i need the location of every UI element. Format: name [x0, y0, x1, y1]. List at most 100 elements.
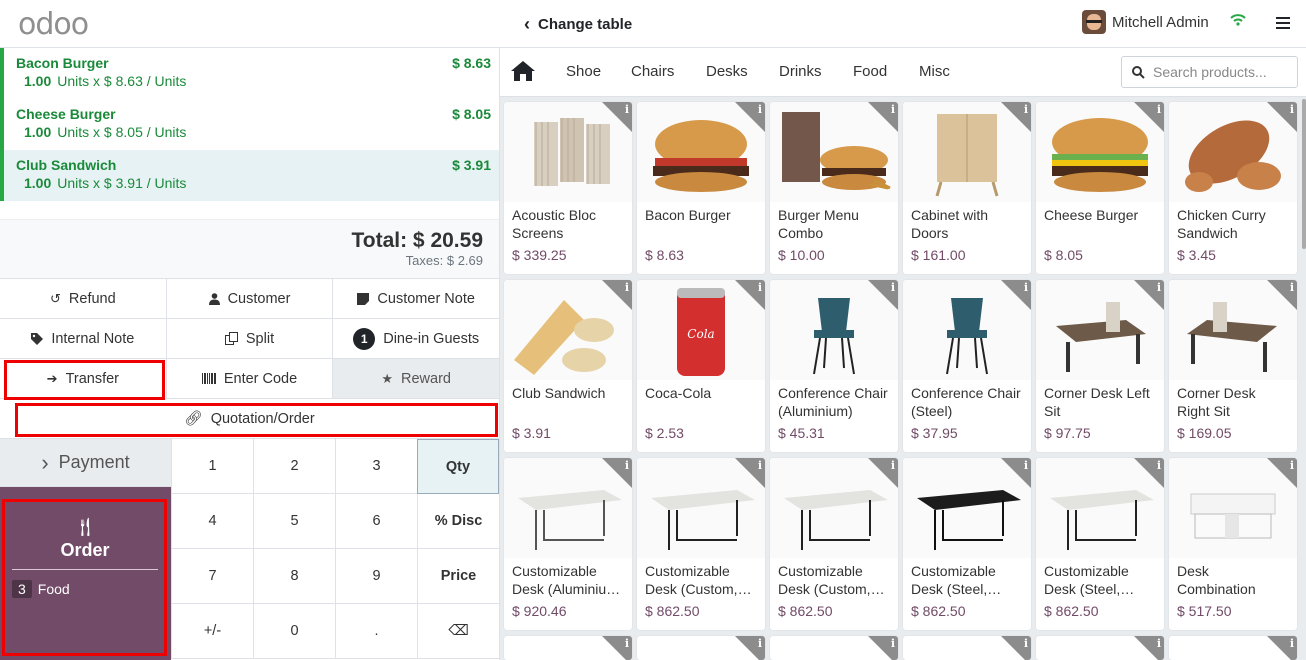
info-icon[interactable]: i — [1290, 637, 1294, 650]
product-card[interactable]: i Corner Desk Left Sit $ 97.75 — [1036, 280, 1164, 452]
product-card[interactable]: i Acoustic Bloc Screens $ 339.25 — [504, 102, 632, 274]
internal-note-button[interactable]: Internal Note — [0, 319, 167, 359]
order-line[interactable]: Bacon Burger $ 8.63 1.00 Units x $ 8.63 /… — [0, 48, 499, 99]
refund-button[interactable]: ↺ Refund — [0, 279, 167, 319]
product-card[interactable]: i Cheese Burger $ 8.05 — [1036, 102, 1164, 274]
info-icon[interactable]: i — [1024, 459, 1028, 472]
numpad-plus-minus[interactable]: +/- — [171, 604, 253, 659]
numpad-key-5[interactable]: 5 — [253, 494, 335, 549]
info-icon[interactable]: i — [1290, 459, 1294, 472]
info-icon[interactable]: i — [1290, 281, 1294, 294]
info-icon[interactable]: i — [891, 281, 895, 294]
info-icon[interactable]: i — [1157, 103, 1161, 116]
user-menu[interactable]: Mitchell Admin — [1082, 10, 1209, 34]
category-food[interactable]: Food — [853, 63, 887, 80]
info-icon[interactable]: i — [758, 103, 762, 116]
product-card[interactable]: i Bacon Burger $ 8.63 — [637, 102, 765, 274]
info-icon[interactable]: i — [1290, 103, 1294, 116]
product-card[interactable]: i Conference Chair (Steel) $ 37.95 — [903, 280, 1031, 452]
quotation-order-button[interactable]: 🔗︎ Quotation/Order — [0, 399, 499, 439]
product-card-partial[interactable]: i — [770, 636, 898, 660]
product-card[interactable]: i Customizable Desk (Steel,… $ 862.50 — [1036, 458, 1164, 630]
category-desks[interactable]: Desks — [706, 63, 748, 80]
product-card[interactable]: i Corner Desk Right Sit $ 169.05 — [1169, 280, 1297, 452]
reward-button[interactable]: ★ Reward — [333, 359, 500, 399]
info-icon[interactable]: i — [625, 637, 629, 650]
numpad-key-4[interactable]: 4 — [171, 494, 253, 549]
enter-code-button[interactable]: Enter Code — [166, 359, 334, 399]
dine-in-guests-button[interactable]: 1 Dine-in Guests — [333, 319, 500, 359]
wifi-icon[interactable] — [1230, 13, 1246, 27]
scrollbar[interactable] — [1302, 99, 1306, 249]
numpad-discount-button[interactable]: % Disc — [417, 494, 499, 549]
transfer-button[interactable]: ➔ Transfer — [0, 359, 167, 399]
payment-button[interactable]: › Payment — [0, 439, 171, 487]
menu-icon[interactable] — [1276, 17, 1290, 32]
numpad-key-2[interactable]: 2 — [253, 439, 335, 494]
numpad-key-dot[interactable]: . — [335, 604, 417, 659]
change-table-button[interactable]: ‹ Change table — [524, 13, 632, 34]
numpad-key-7[interactable]: 7 — [171, 549, 253, 604]
numpad-qty-button[interactable]: Qty — [417, 439, 499, 494]
info-icon[interactable]: i — [1024, 281, 1028, 294]
odoo-logo[interactable]: odoo — [18, 7, 89, 42]
order-button[interactable]: 🍴︎ Order 3 Food — [0, 487, 171, 660]
category-misc[interactable]: Misc — [919, 63, 950, 80]
product-card[interactable]: i Conference Chair (Aluminium) $ 45.31 — [770, 280, 898, 452]
order-line-price: $ 3.91 — [452, 157, 491, 173]
info-icon[interactable]: i — [1157, 637, 1161, 650]
info-icon[interactable]: i — [891, 459, 895, 472]
customer-button[interactable]: Customer — [166, 279, 334, 319]
info-icon[interactable]: i — [625, 281, 629, 294]
info-icon[interactable]: i — [625, 103, 629, 116]
info-icon[interactable]: i — [758, 459, 762, 472]
info-icon[interactable]: i — [758, 281, 762, 294]
product-card-partial[interactable]: i — [637, 636, 765, 660]
search-input[interactable] — [1153, 64, 1293, 80]
product-card[interactable]: i Burger Menu Combo $ 10.00 — [770, 102, 898, 274]
numpad-key-0[interactable]: 0 — [253, 604, 335, 659]
product-card[interactable]: i Chicken Curry Sandwich $ 3.45 — [1169, 102, 1297, 274]
product-price: $ 8.05 — [1044, 247, 1083, 263]
info-icon[interactable]: i — [625, 459, 629, 472]
info-icon[interactable]: i — [758, 637, 762, 650]
product-card[interactable]: i Desk Combination $ 517.50 — [1169, 458, 1297, 630]
product-card-partial[interactable]: i — [903, 636, 1031, 660]
numpad-key-9[interactable]: 9 — [335, 549, 417, 604]
numpad-price-button[interactable]: Price — [417, 549, 499, 604]
product-card[interactable]: i Customizable Desk (Custom,… $ 862.50 — [770, 458, 898, 630]
numpad-backspace[interactable]: ⌫ — [417, 604, 499, 659]
product-card[interactable]: i Club Sandwich $ 3.91 — [504, 280, 632, 452]
category-shoe[interactable]: Shoe — [566, 63, 601, 80]
info-icon[interactable]: i — [891, 637, 895, 650]
product-card-partial[interactable]: i — [1169, 636, 1297, 660]
numpad-key-1[interactable]: 1 — [171, 439, 253, 494]
customer-note-label: Customer Note — [377, 290, 475, 307]
product-card[interactable]: i Customizable Desk (Custom,… $ 862.50 — [637, 458, 765, 630]
order-line[interactable]: Cheese Burger $ 8.05 1.00 Units x $ 8.05 … — [0, 99, 499, 150]
category-drinks[interactable]: Drinks — [779, 63, 822, 80]
numpad-key-3[interactable]: 3 — [335, 439, 417, 494]
split-button[interactable]: Split — [166, 319, 334, 359]
product-card-partial[interactable]: i — [504, 636, 632, 660]
copy-icon — [224, 332, 238, 345]
numpad-key-6[interactable]: 6 — [335, 494, 417, 549]
product-card[interactable]: i Customizable Desk (Steel,… $ 862.50 — [903, 458, 1031, 630]
product-card[interactable]: i Cabinet with Doors $ 161.00 — [903, 102, 1031, 274]
numpad-key-8[interactable]: 8 — [253, 549, 335, 604]
product-pane: Shoe Chairs Desks Drinks Food Misc i Acou… — [500, 48, 1306, 660]
numpad: 1 2 3 Qty 4 5 6 % Disc 7 8 9 Price +/- 0… — [171, 439, 499, 659]
customer-note-button[interactable]: Customer Note — [333, 279, 500, 319]
category-chairs[interactable]: Chairs — [631, 63, 674, 80]
order-line-selected[interactable]: Club Sandwich $ 3.91 1.00 Units x $ 3.91 … — [0, 150, 499, 201]
product-card-partial[interactable]: i — [1036, 636, 1164, 660]
product-card[interactable]: i Customizable Desk (Aluminiu… $ 920.46 — [504, 458, 632, 630]
info-icon[interactable]: i — [1157, 281, 1161, 294]
product-card[interactable]: Cola i Coca-Cola $ 2.53 — [637, 280, 765, 452]
info-icon[interactable]: i — [1024, 103, 1028, 116]
info-icon[interactable]: i — [1157, 459, 1161, 472]
search-box[interactable] — [1121, 56, 1298, 88]
home-icon[interactable] — [510, 60, 536, 82]
info-icon[interactable]: i — [891, 103, 895, 116]
info-icon[interactable]: i — [1024, 637, 1028, 650]
